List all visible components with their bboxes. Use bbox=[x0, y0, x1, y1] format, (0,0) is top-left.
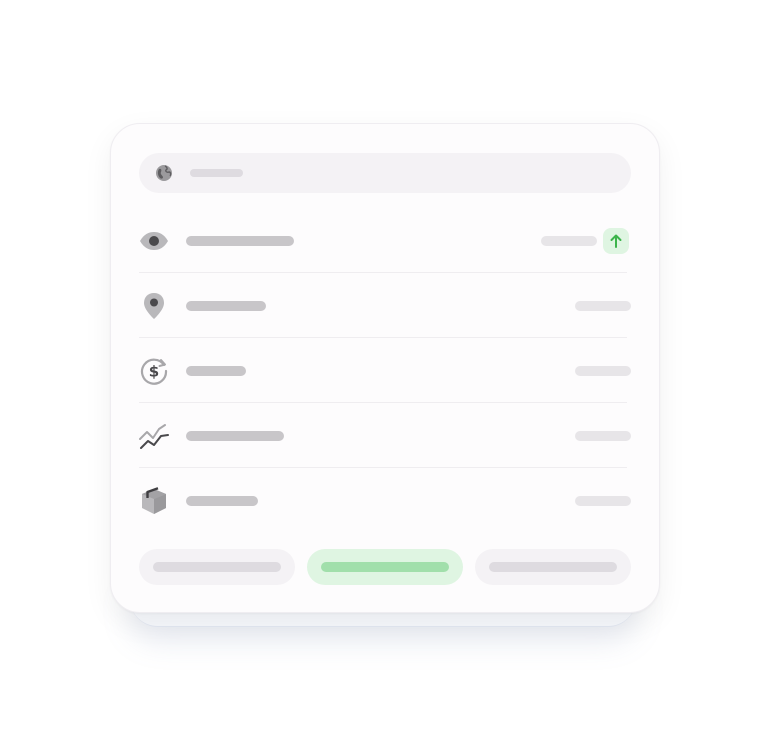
row-value bbox=[575, 301, 631, 311]
search-placeholder bbox=[190, 169, 243, 177]
list-item-revenue[interactable]: $ bbox=[139, 338, 631, 403]
row-label bbox=[186, 366, 246, 376]
row-label bbox=[186, 236, 294, 246]
row-value bbox=[575, 496, 631, 506]
trend-badge bbox=[603, 228, 629, 254]
secondary-button-left[interactable] bbox=[139, 549, 295, 585]
row-value bbox=[575, 366, 631, 376]
row-label bbox=[186, 431, 284, 441]
button-label bbox=[321, 562, 449, 572]
globe-icon bbox=[156, 165, 172, 181]
dollar-refresh-icon: $ bbox=[140, 358, 168, 385]
row-value bbox=[541, 236, 597, 246]
row-label bbox=[186, 496, 258, 506]
search-bar[interactable] bbox=[139, 153, 631, 193]
trend-lines-icon bbox=[139, 424, 169, 449]
primary-button[interactable] bbox=[307, 549, 463, 585]
action-buttons bbox=[139, 549, 631, 585]
location-pin-icon bbox=[144, 293, 164, 319]
up-arrow-icon bbox=[610, 234, 622, 248]
list-item-trends[interactable] bbox=[139, 403, 631, 468]
row-label bbox=[186, 301, 266, 311]
skeleton-card: $ bbox=[110, 123, 660, 613]
svg-text:$: $ bbox=[149, 363, 159, 381]
list-item-shipping[interactable] bbox=[139, 468, 631, 533]
eye-icon bbox=[140, 232, 168, 250]
button-label bbox=[489, 562, 617, 572]
package-box-icon bbox=[142, 487, 166, 514]
list-item-views[interactable] bbox=[139, 208, 629, 273]
stage: $ bbox=[0, 0, 768, 736]
list-item-location[interactable] bbox=[139, 273, 631, 338]
row-value bbox=[575, 431, 631, 441]
button-label bbox=[153, 562, 281, 572]
secondary-button-right[interactable] bbox=[475, 549, 631, 585]
